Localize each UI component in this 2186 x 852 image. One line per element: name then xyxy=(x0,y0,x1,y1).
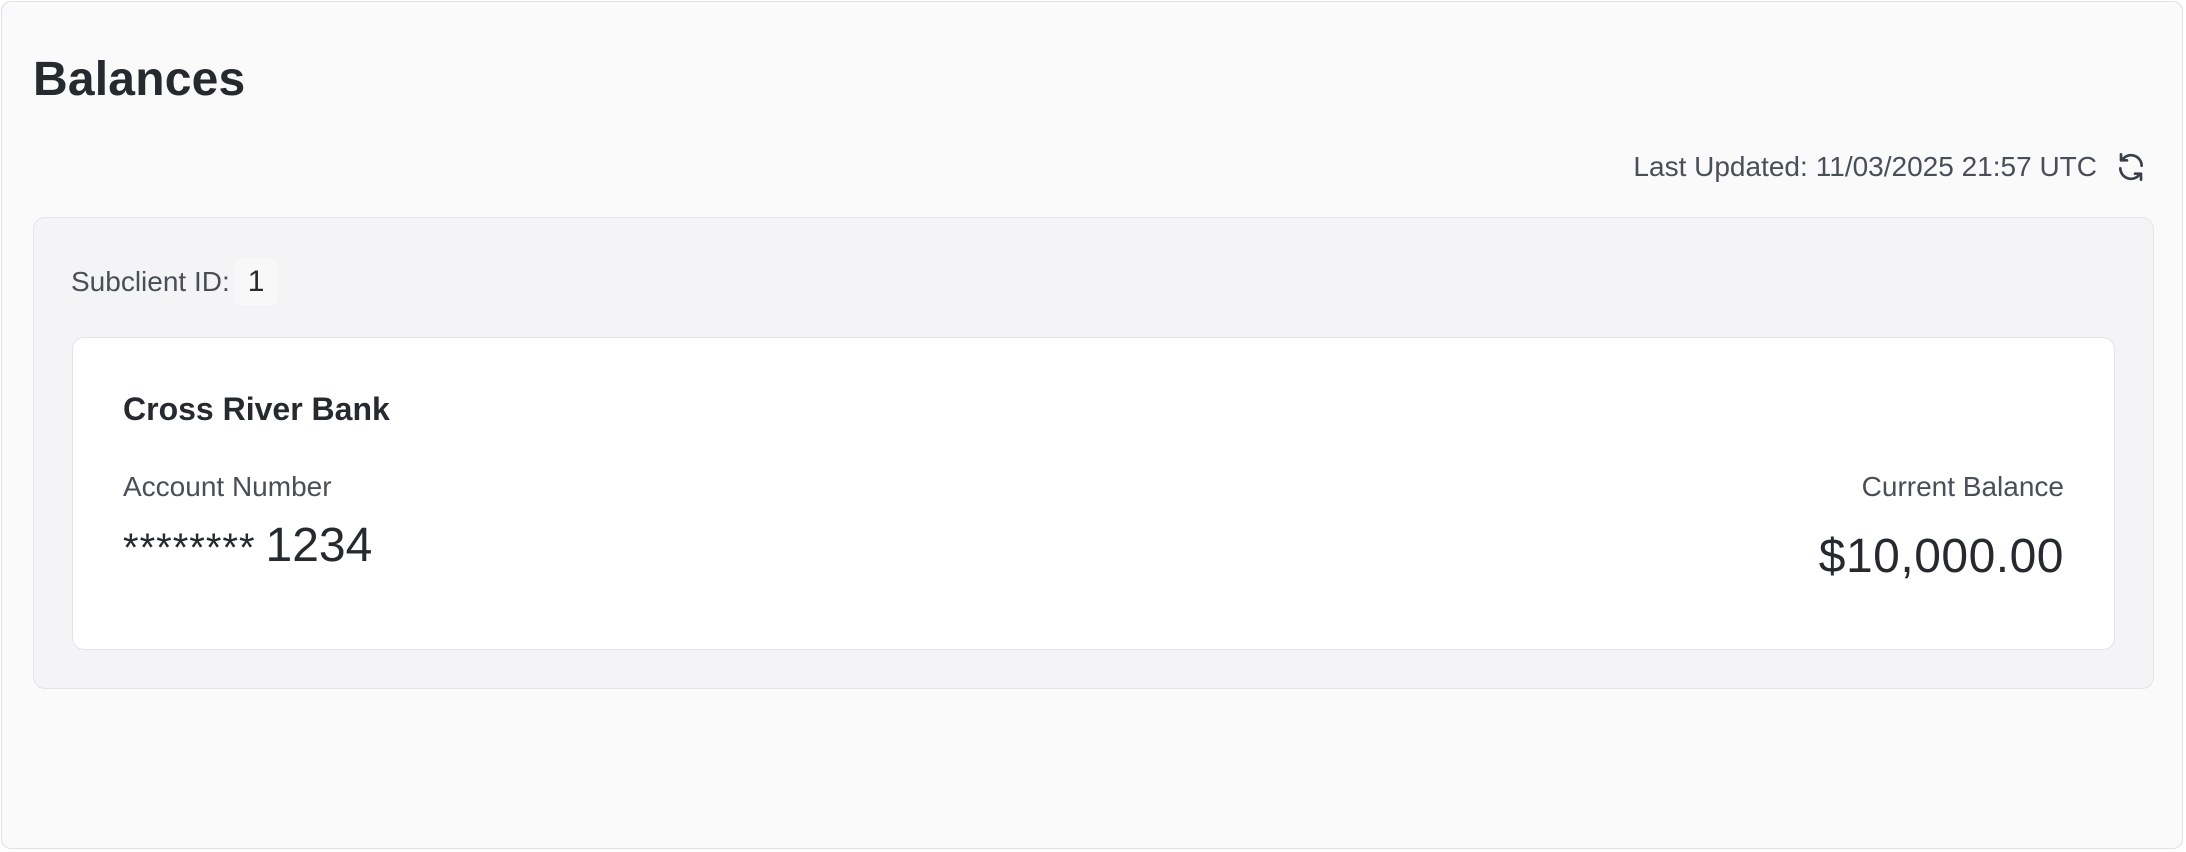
refresh-icon xyxy=(2119,153,2143,181)
last-updated-value: 11/03/2025 21:57 UTC xyxy=(1815,151,2097,182)
page-title: Balances xyxy=(33,53,246,106)
account-number-last4: 1234 xyxy=(265,519,373,572)
subclient-id-row: Subclient ID: 1 xyxy=(71,254,279,310)
balances-widget: Balances Last Updated: 11/03/2025 21:57 U… xyxy=(1,1,2183,849)
account-number-label: Account Number xyxy=(123,471,332,502)
last-updated-row: Last Updated: 11/03/2025 21:57 UTC xyxy=(1633,147,2149,187)
account-number-mask: ******** xyxy=(123,526,256,570)
last-updated-label: Last Updated: xyxy=(1633,151,1808,182)
account-card: Cross River Bank Account Number ********… xyxy=(72,337,2115,650)
current-balance-value: $10,000.00 xyxy=(1818,530,2064,583)
subclient-id-label: Subclient ID: xyxy=(71,266,230,297)
account-number: ******** 1234 xyxy=(123,518,372,576)
current-balance-label: Current Balance xyxy=(1861,471,2064,502)
refresh-button[interactable] xyxy=(2113,149,2149,185)
subclient-id-value: 1 xyxy=(233,259,279,305)
subclient-panel: Subclient ID: 1 Cross River Bank Account… xyxy=(33,217,2154,689)
bank-name: Cross River Bank xyxy=(123,391,390,427)
last-updated-text: Last Updated: 11/03/2025 21:57 UTC xyxy=(1633,151,2097,183)
